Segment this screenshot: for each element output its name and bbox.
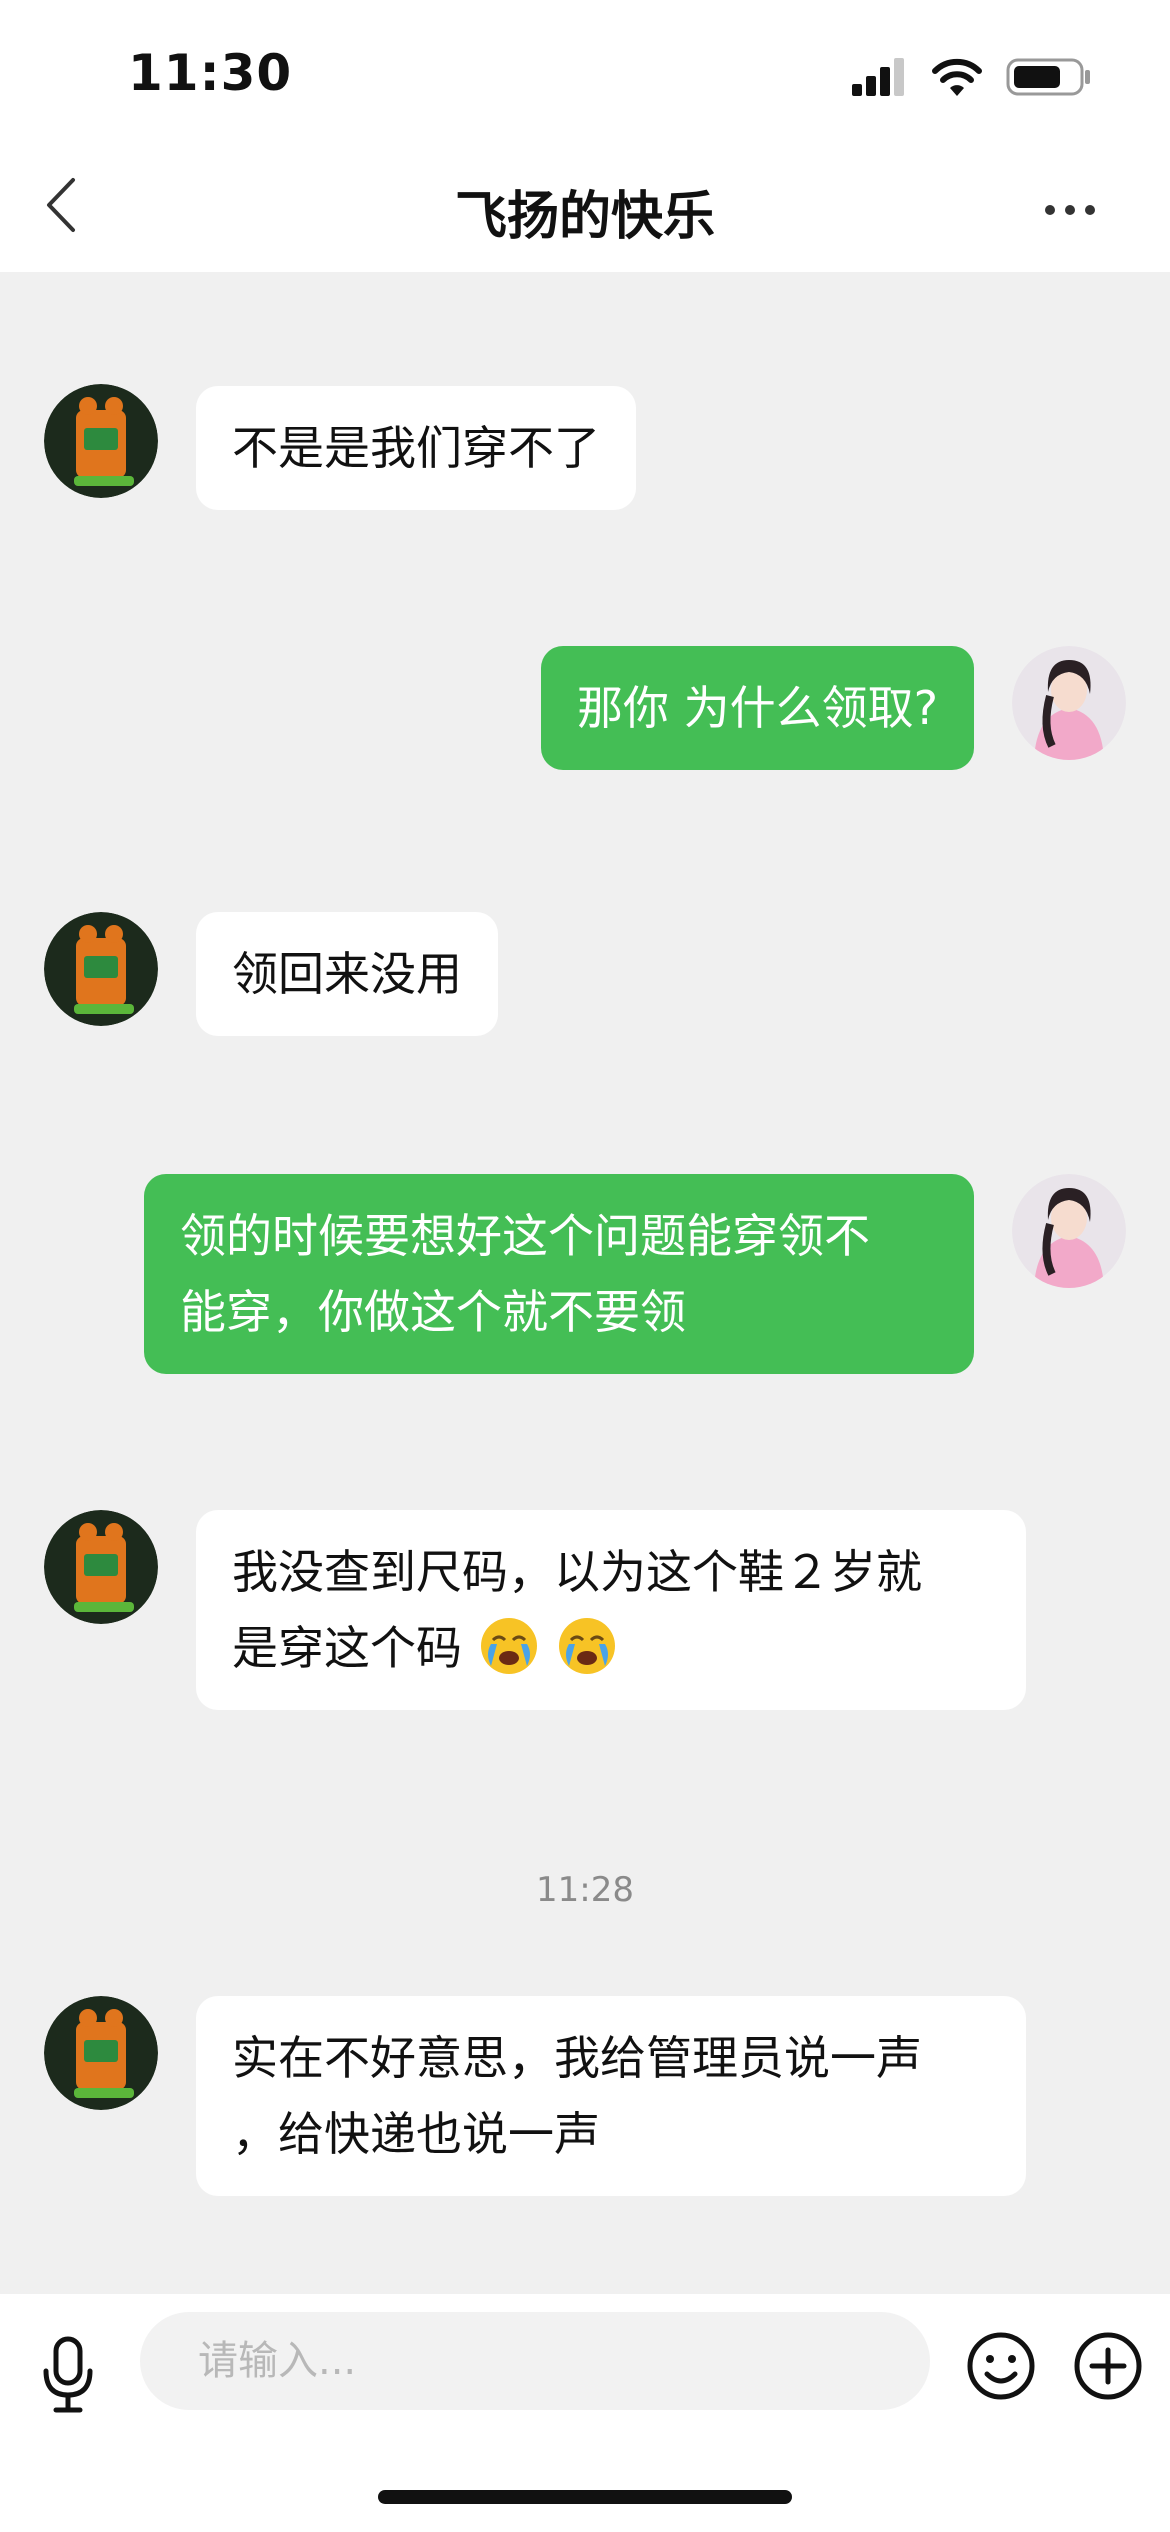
message-text: 是穿这个码 [232,1621,462,1675]
status-icons [850,52,1092,102]
status-time: 11:30 [128,44,293,102]
message-bubble[interactable]: 我没查到尺码，以为这个鞋２岁就 是穿这个码 [196,1510,1026,1710]
message-text: 那你 为什么领取? [576,681,938,735]
message-text-line: 能穿，你做这个就不要领 [180,1285,686,1339]
add-button[interactable] [1072,2330,1144,2402]
voice-button[interactable] [30,2330,106,2420]
message-bubble[interactable]: 领回来没用 [196,912,498,1036]
contact-avatar[interactable] [44,384,158,498]
home-indicator[interactable] [378,2490,792,2504]
contact-avatar[interactable] [44,1510,158,1624]
smiley-icon [967,2332,1035,2400]
message-text: 领回来没用 [232,947,462,1001]
message-bubble[interactable]: 那你 为什么领取? [540,646,974,770]
message-bubble[interactable]: 领的时候要想好这个问题能穿领不 能穿，你做这个就不要领 [144,1174,974,1374]
crying-face-emoji-icon [559,1618,616,1674]
message-bubble[interactable]: 实在不好意思，我给管理员说一声 ，给快递也说一声 [196,1996,1026,2196]
emoji-button[interactable] [965,2330,1037,2402]
message-bubble[interactable]: 不是是我们穿不了 [196,386,636,510]
chat-screen: 11:30 飞扬的快乐 不是是我们穿不了 那你 为什么领取? 领回来没用 领的时… [0,0,1170,2532]
message-text-line: 领的时候要想好这个问题能穿领不 [180,1209,870,1263]
portrait-avatar-icon [1012,1174,1126,1288]
message-text-line: 实在不好意思，我给管理员说一声 [232,2031,922,2085]
toy-avatar-icon [44,1510,158,1624]
microphone-icon [43,2336,93,2413]
page-title: 飞扬的快乐 [454,187,715,247]
portrait-avatar-icon [1012,646,1126,760]
message-text-line: 我没查到尺码，以为这个鞋２岁就 [232,1545,922,1599]
battery-icon [1006,58,1090,96]
message-input[interactable] [140,2312,930,2410]
signal-icon [852,58,904,96]
message-text-line: 是穿这个码 [232,1610,990,1686]
my-avatar[interactable] [1012,1174,1126,1288]
message-text: 不是是我们穿不了 [232,421,600,475]
plus-circle-icon [1074,2332,1142,2400]
crying-face-emoji-icon [480,1618,537,1674]
toy-avatar-icon [44,912,158,1026]
toy-avatar-icon [44,1996,158,2110]
top-bar: 11:30 飞扬的快乐 [0,0,1170,272]
contact-avatar[interactable] [44,1996,158,2110]
message-timestamp: 11:28 [536,1870,634,1910]
wifi-icon [932,58,982,96]
more-dots-icon [1045,205,1095,215]
message-text-line: ，给快递也说一声 [232,2107,600,2161]
toy-avatar-icon [44,384,158,498]
my-avatar[interactable] [1012,646,1126,760]
contact-avatar[interactable] [44,912,158,1026]
more-button[interactable] [1030,180,1110,240]
